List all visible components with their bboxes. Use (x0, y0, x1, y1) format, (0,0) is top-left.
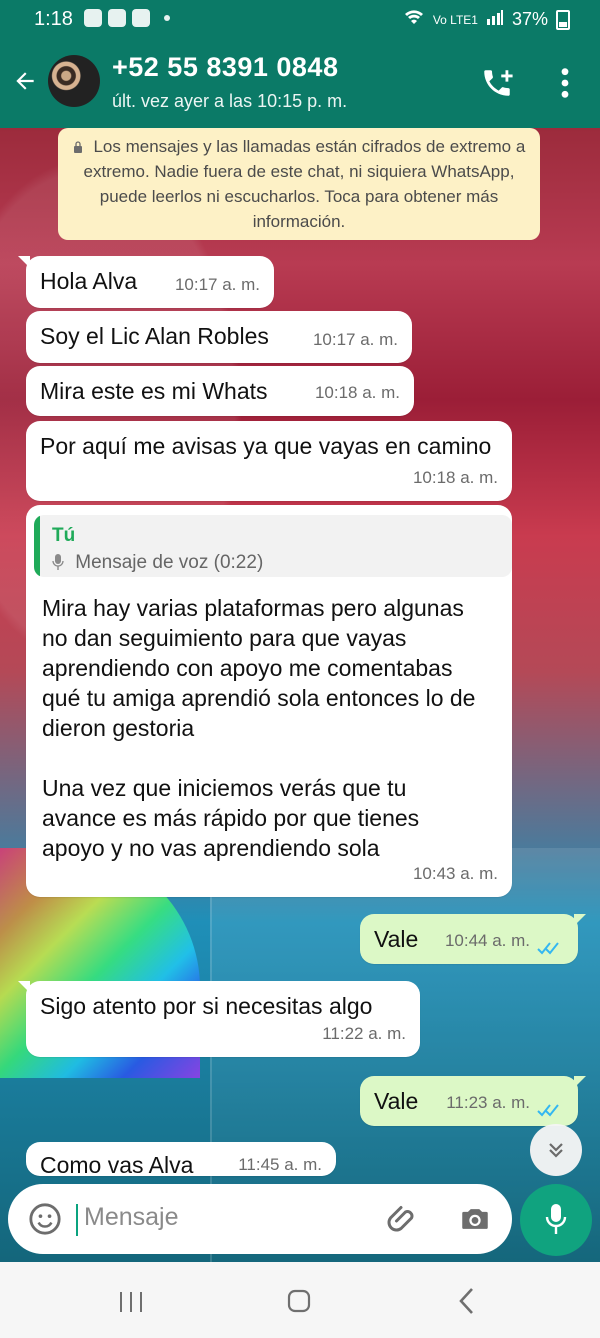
network-label: Vo LTE1 (432, 12, 478, 27)
battery-percent: 37% (511, 9, 548, 29)
message-time: 10:43 a. m. (412, 864, 498, 883)
message-time: 10:17 a. m. (174, 275, 260, 294)
message-body: Mira hay varias plataformas pero algunas… (42, 593, 482, 863)
message-composer[interactable]: Mensaje (8, 1184, 512, 1254)
quote-preview-text: Mensaje de voz (0:22) (75, 552, 264, 573)
message-time: 11:22 a. m. (322, 1024, 406, 1043)
avatar[interactable] (48, 55, 100, 107)
message-avisas[interactable]: Por aquí me avisas ya que vayas en camin… (26, 421, 512, 501)
message-soy[interactable]: Soy el Lic Alan Robles 10:17 a. m. (26, 311, 412, 363)
message-vale-2[interactable]: Vale 11:23 a. m. (360, 1076, 586, 1126)
status-time: 1:18 (34, 8, 73, 30)
encryption-notice[interactable]: Los mensajes y las llamadas están cifrad… (58, 128, 540, 240)
recents-icon[interactable] (118, 1290, 144, 1314)
status-right-icons: Vo LTE1 37% (403, 8, 570, 31)
quoted-reply[interactable]: Tú Mensaje de voz (0:22) (34, 515, 512, 577)
read-receipt-icon (537, 1104, 559, 1117)
contact-name[interactable]: +52 55 8391 0848 (112, 52, 338, 83)
message-text: Vale (374, 1088, 419, 1114)
notification-dot-icon (164, 15, 170, 21)
message-time: 10:17 a. m. (312, 330, 398, 349)
back-arrow-icon[interactable] (12, 68, 38, 94)
back-nav-icon[interactable] (456, 1286, 478, 1316)
text-caret (76, 1204, 78, 1236)
message-text: Mira este es mi Whats (40, 378, 268, 404)
signal-icon (486, 9, 504, 30)
more-vertical-icon[interactable] (560, 66, 570, 100)
lock-icon (73, 141, 82, 153)
message-time: 10:18 a. m. (412, 468, 498, 487)
microphone-icon (545, 1204, 567, 1234)
message-sigo[interactable]: Sigo atento por si necesitas algo 11:22 … (18, 981, 420, 1057)
chat-header: +52 55 8391 0848 últ. vez ayer a las 10:… (0, 40, 600, 128)
message-vale-1[interactable]: Vale 10:44 a. m. (360, 914, 586, 964)
message-whats[interactable]: Mira este es mi Whats 10:18 a. m. (26, 366, 414, 416)
message-time: 10:18 a. m. (314, 383, 400, 402)
status-bar: 1:18 Vo LTE1 37% (0, 0, 600, 40)
quote-author: Tú (52, 525, 76, 546)
paperclip-icon[interactable] (386, 1203, 422, 1239)
double-chevron-down-icon (549, 1143, 563, 1158)
system-navigation-bar (0, 1262, 600, 1338)
status-app-icons (84, 9, 170, 27)
message-input[interactable]: Mensaje (84, 1203, 179, 1232)
message-paragraph-2: Una vez que iniciemos verás que tu avanc… (42, 775, 420, 861)
message-text: Hola Alva (40, 268, 138, 294)
message-hola[interactable]: Hola Alva 10:17 a. m. (18, 256, 274, 308)
call-add-icon[interactable] (480, 66, 514, 100)
scroll-to-bottom-button[interactable] (530, 1124, 582, 1176)
mic-mini-icon (52, 554, 64, 570)
quote-accent-bar (34, 515, 40, 577)
message-paragraph-1: Mira hay varias plataformas pero algunas… (42, 595, 476, 741)
whatsapp-status-icon (84, 9, 102, 27)
message-text: Por aquí me avisas ya que vayas en camin… (40, 433, 492, 459)
emoji-icon[interactable] (28, 1202, 62, 1236)
home-icon[interactable] (286, 1288, 312, 1314)
quote-preview: Mensaje de voz (0:22) (52, 548, 263, 577)
last-seen: últ. vez ayer a las 10:15 p. m. (112, 91, 348, 111)
encryption-text: Los mensajes y las llamadas están cifrad… (83, 137, 526, 231)
voice-record-button[interactable] (520, 1184, 592, 1256)
read-receipt-icon (537, 942, 559, 955)
camera-icon[interactable] (456, 1202, 494, 1236)
message-text: Vale (374, 926, 419, 952)
message-text: Sigo atento por si necesitas algo (40, 993, 373, 1019)
notes-status-icon (108, 9, 126, 27)
message-time: 11:23 a. m. (446, 1093, 530, 1112)
message-text: Soy el Lic Alan Robles (40, 323, 269, 349)
message-text: Como vas Alva (40, 1152, 194, 1176)
battery-icon (556, 9, 570, 30)
message-reply[interactable]: Tú Mensaje de voz (0:22) Mira hay varias… (26, 505, 512, 897)
message-time: 11:45 a. m. (238, 1155, 322, 1174)
youtube-status-icon (132, 9, 150, 27)
message-como-vas[interactable]: Como vas Alva 11:45 a. m. (26, 1142, 336, 1176)
message-time: 10:44 a. m. (444, 931, 530, 950)
wifi-icon (403, 8, 425, 31)
